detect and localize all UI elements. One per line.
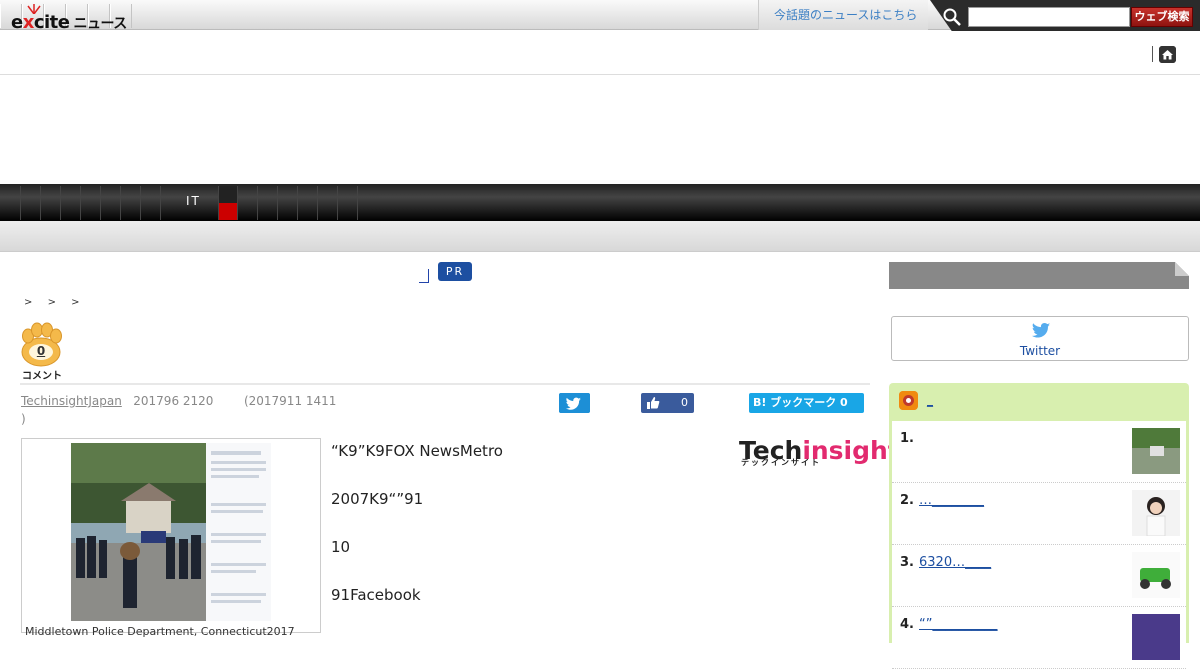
category-tab[interactable] xyxy=(41,186,61,220)
sub-nav xyxy=(0,221,1200,252)
divider xyxy=(20,383,870,385)
logo-news-label: ニュース xyxy=(73,16,128,32)
article-paragraph: 2007K9“”91 xyxy=(331,490,424,508)
ranking-thumbnail[interactable] xyxy=(1132,428,1180,474)
logo-text-accent: x xyxy=(22,12,35,33)
like-count: 0 xyxy=(681,396,688,409)
breadcrumb-separator[interactable]: > xyxy=(48,297,56,308)
ranking-title[interactable]: _ xyxy=(927,393,933,407)
author-link[interactable]: TechinsightJapan xyxy=(21,394,122,408)
category-tab[interactable] xyxy=(141,186,161,220)
breadcrumb: > > > xyxy=(24,297,92,308)
article-paragraph: 10 xyxy=(331,538,351,556)
tweet-button[interactable] xyxy=(559,393,590,413)
category-tab[interactable] xyxy=(318,186,338,220)
trending-news-link[interactable]: 今話題のニュースはこちら xyxy=(758,0,928,30)
ranking-item-title[interactable]: 6320…____ xyxy=(919,555,991,570)
excite-news-logo[interactable]: excite ニュース xyxy=(11,12,127,33)
category-tab[interactable] xyxy=(258,186,278,220)
thumbs-up-icon xyxy=(647,397,660,409)
facebook-like-button[interactable]: 0 xyxy=(641,393,694,413)
home-icon[interactable] xyxy=(1159,46,1176,63)
category-tab[interactable] xyxy=(121,186,141,220)
comment-count[interactable]: 0 xyxy=(20,344,62,358)
logo-text: cite xyxy=(33,12,70,33)
twitter-follow-button[interactable]: Twitter xyxy=(891,316,1189,361)
ranking-panel: _ 1. 2. …________ 3. 6320…____ 4. “”____… xyxy=(889,383,1189,669)
twitter-label: Twitter xyxy=(1019,344,1061,358)
ranking-number: 1. xyxy=(900,431,914,446)
site-header xyxy=(0,31,1200,75)
updated-date: (2017911 1411 xyxy=(243,394,337,408)
hatena-bookmark-button[interactable]: B! ブックマーク 0 xyxy=(749,393,864,413)
category-tab[interactable] xyxy=(278,186,298,220)
category-tab[interactable] xyxy=(101,186,121,220)
sidebar-header xyxy=(889,262,1189,289)
corner-fold-icon xyxy=(1175,262,1189,276)
ranking-number: 3. xyxy=(900,555,914,570)
ranking-thumbnail[interactable] xyxy=(1132,552,1180,598)
ranking-item[interactable]: 1. xyxy=(892,421,1186,483)
publish-date: 201796 2120 xyxy=(133,394,214,408)
category-tab[interactable] xyxy=(21,186,41,220)
article-photo[interactable] xyxy=(71,443,271,621)
search-icon[interactable] xyxy=(942,7,962,27)
comment-label: コメント xyxy=(22,371,62,382)
category-tab[interactable] xyxy=(338,186,358,220)
ranking-icon xyxy=(899,391,918,410)
article-paragraph: “K9”K9FOX NewsMetro xyxy=(331,442,503,460)
ranking-item[interactable]: 2. …________ xyxy=(892,483,1186,545)
techinsight-logo-subtitle: テックインサイト xyxy=(741,458,821,467)
article-photo-box: Middletown Police Department, Connecticu… xyxy=(21,438,321,638)
ranking-item[interactable]: 3. 6320…____ xyxy=(892,545,1186,607)
category-tab[interactable] xyxy=(81,186,101,220)
breadcrumb-separator[interactable]: > xyxy=(71,297,79,308)
pr-badge[interactable]: PR xyxy=(438,262,472,281)
category-tab[interactable] xyxy=(0,186,21,220)
updated-date-close: ) xyxy=(21,412,26,426)
category-label-it: IT xyxy=(186,194,201,208)
category-tab-active[interactable] xyxy=(219,186,238,220)
article-meta: TechinsightJapan 201796 2120 (2017911 14… xyxy=(21,394,336,408)
search-input[interactable] xyxy=(968,7,1130,27)
category-nav: IT xyxy=(0,184,1200,221)
logo-text: e xyxy=(11,12,23,33)
category-tab[interactable] xyxy=(238,186,258,220)
category-tab[interactable] xyxy=(298,186,318,220)
web-search-button[interactable]: ウェブ検索 xyxy=(1131,7,1193,27)
divider xyxy=(1152,46,1153,62)
ranking-item-title[interactable]: …________ xyxy=(919,493,984,508)
photo-caption: Middletown Police Department, Connecticu… xyxy=(25,625,295,638)
pr-link[interactable] xyxy=(419,269,429,283)
ranking-number: 2. xyxy=(900,493,914,508)
ranking-item[interactable]: 4. “”__________ xyxy=(892,607,1186,669)
twitter-bird-icon xyxy=(1032,322,1051,338)
article-paragraph: 91Facebook xyxy=(331,586,421,604)
breadcrumb-separator[interactable]: > xyxy=(24,297,32,308)
ranking-thumbnail[interactable] xyxy=(1132,614,1180,660)
category-tab[interactable] xyxy=(61,186,81,220)
ranking-thumbnail[interactable] xyxy=(1132,490,1180,536)
ad-space xyxy=(0,76,1200,184)
